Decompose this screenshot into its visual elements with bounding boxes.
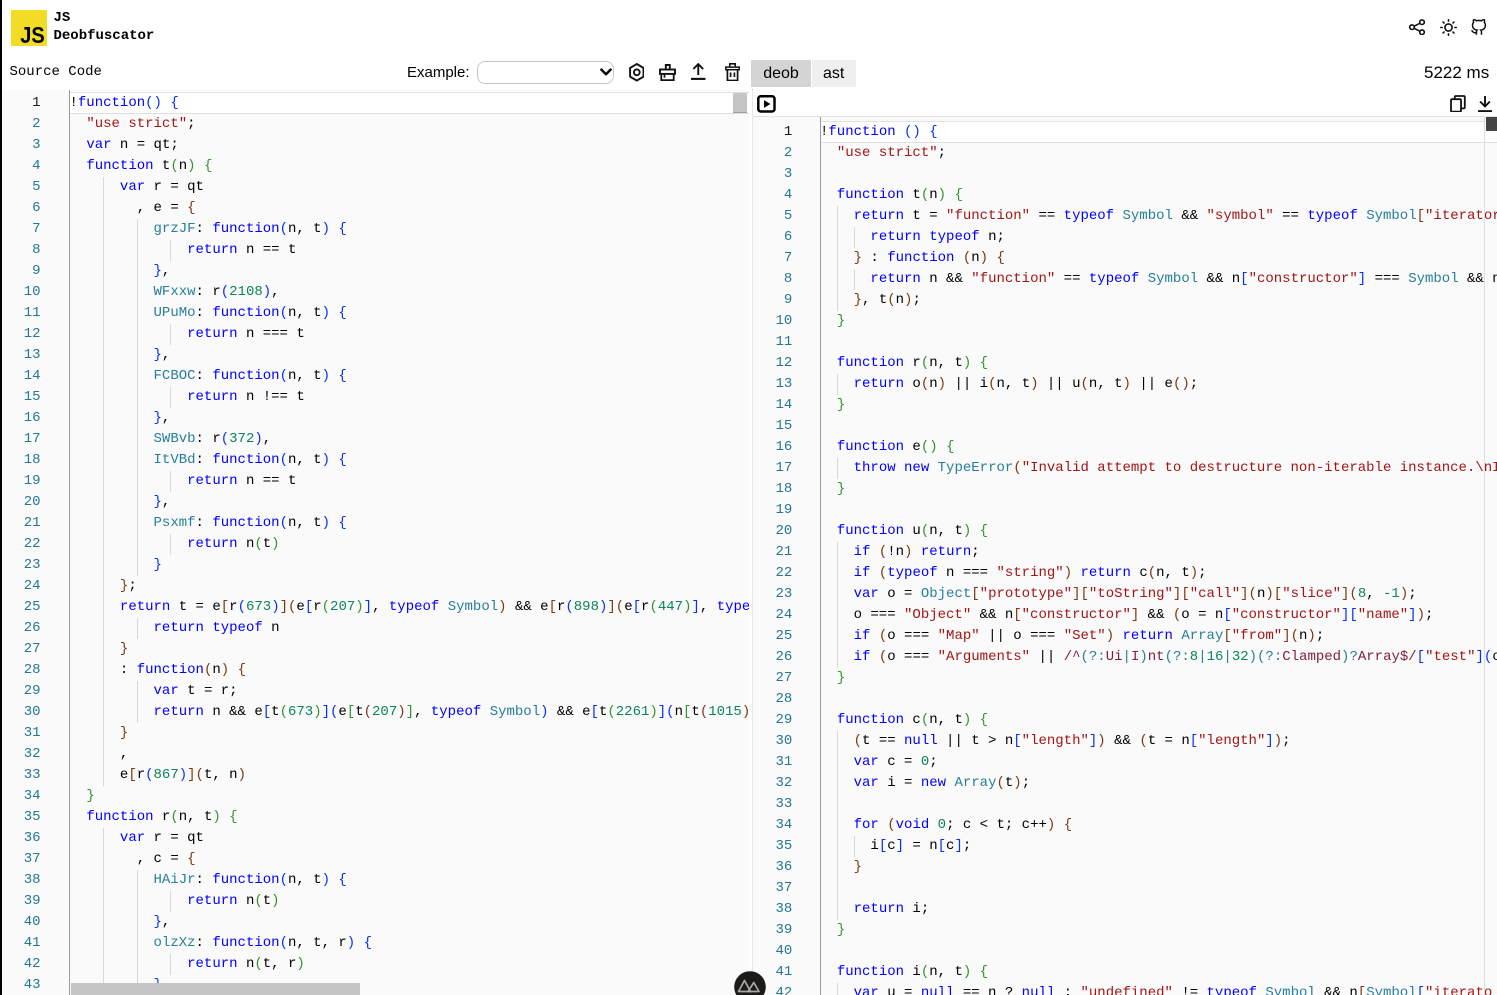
svg-text:JS: JS	[20, 22, 45, 46]
